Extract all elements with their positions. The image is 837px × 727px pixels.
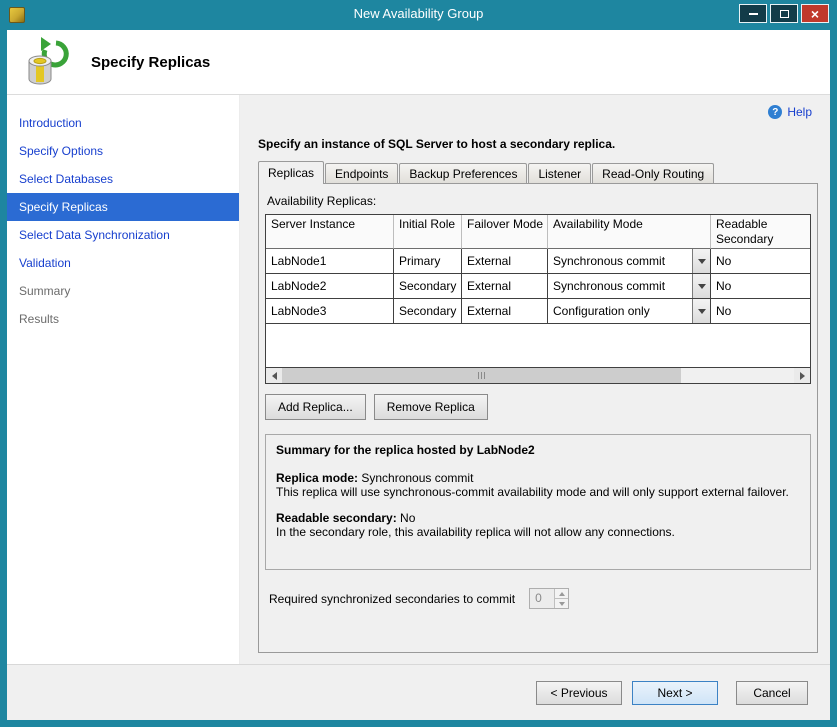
sidebar-item-results: Results <box>7 305 239 333</box>
wizard-steps-sidebar: Introduction Specify Options Select Data… <box>7 95 240 664</box>
sidebar-item-introduction[interactable]: Introduction <box>7 109 239 137</box>
help-icon: ? <box>768 105 782 119</box>
col-readable-secondary: Readable Secondary <box>711 215 811 249</box>
scroll-right-icon <box>800 372 805 380</box>
cell-failover-mode: External <box>462 249 548 274</box>
availability-group-icon <box>23 37 71 87</box>
replica-summary-box: Summary for the replica hosted by LabNod… <box>265 434 811 570</box>
tabstrip: Replicas Endpoints Backup Preferences Li… <box>258 163 818 183</box>
col-server-instance: Server Instance <box>266 215 394 249</box>
availability-replicas-grid: Server Instance Initial Role Failover Mo… <box>265 214 811 384</box>
cell-failover-mode: External <box>462 274 548 299</box>
grid-header-row: Server Instance Initial Role Failover Mo… <box>266 215 811 249</box>
close-icon: × <box>811 7 819 21</box>
cell-readable-secondary: No <box>711 274 811 299</box>
availability-mode-dropdown[interactable]: Synchronous commit <box>548 274 711 299</box>
instruction-text: Specify an instance of SQL Server to hos… <box>258 137 818 151</box>
help-label: Help <box>787 105 812 119</box>
scroll-right-button[interactable] <box>794 368 810 383</box>
maximize-icon <box>780 10 789 18</box>
summary-title: Summary for the replica hosted by LabNod… <box>276 443 800 457</box>
remove-replica-button[interactable]: Remove Replica <box>374 394 488 420</box>
new-availability-group-window: New Availability Group × Specify Replica… <box>0 0 837 727</box>
titlebar[interactable]: New Availability Group × <box>0 0 837 30</box>
sidebar-item-summary: Summary <box>7 277 239 305</box>
sidebar-item-select-data-synchronization[interactable]: Select Data Synchronization <box>7 221 239 249</box>
availability-mode-dropdown[interactable]: Synchronous commit <box>548 249 711 274</box>
cell-readable-secondary: No <box>711 299 811 324</box>
previous-button[interactable]: < Previous <box>536 681 622 705</box>
scroll-track[interactable] <box>282 368 794 383</box>
horizontal-scrollbar[interactable] <box>266 367 810 383</box>
col-availability-mode: Availability Mode <box>548 215 711 249</box>
page-title: Specify Replicas <box>91 54 210 71</box>
minimize-button[interactable] <box>739 4 767 23</box>
table-row: LabNode2 Secondary External Synchronous … <box>266 274 811 299</box>
scroll-thumb[interactable] <box>282 368 681 383</box>
sidebar-item-select-databases[interactable]: Select Databases <box>7 165 239 193</box>
wizard-footer: < Previous Next > Cancel <box>7 664 830 720</box>
replica-mode-description: This replica will use synchronous-commit… <box>276 485 800 499</box>
availability-replicas-label: Availability Replicas: <box>267 194 811 208</box>
cell-server-instance: LabNode2 <box>266 274 394 299</box>
sidebar-item-validation[interactable]: Validation <box>7 249 239 277</box>
close-button[interactable]: × <box>801 4 829 23</box>
readable-secondary-description: In the secondary role, this availability… <box>276 525 800 539</box>
cell-server-instance: LabNode3 <box>266 299 394 324</box>
availability-mode-dropdown[interactable]: Configuration only <box>548 299 711 324</box>
replica-mode-line: Replica mode: Synchronous commit <box>276 471 800 485</box>
stepper-up-icon <box>555 589 568 599</box>
table-row: LabNode1 Primary External Synchronous co… <box>266 249 811 274</box>
col-initial-role: Initial Role <box>394 215 462 249</box>
cell-readable-secondary: No <box>711 249 811 274</box>
chevron-down-icon <box>692 249 710 273</box>
chevron-down-icon <box>692 299 710 323</box>
grid-empty-area <box>266 324 811 367</box>
replicas-tab-panel: Availability Replicas: Server Instance I… <box>258 183 818 653</box>
cell-initial-role: Primary <box>394 249 462 274</box>
tab-backup-preferences[interactable]: Backup Preferences <box>399 163 527 183</box>
next-button[interactable]: Next > <box>632 681 718 705</box>
table-row: LabNode3 Secondary External Configuratio… <box>266 299 811 324</box>
help-link[interactable]: ? Help <box>768 105 812 119</box>
scroll-left-button[interactable] <box>266 368 282 383</box>
tab-replicas[interactable]: Replicas <box>258 161 324 184</box>
window-title: New Availability Group <box>0 0 837 30</box>
stepper-down-icon <box>555 599 568 608</box>
add-replica-button[interactable]: Add Replica... <box>265 394 366 420</box>
scroll-left-icon <box>272 372 277 380</box>
minimize-icon <box>749 13 758 15</box>
cell-initial-role: Secondary <box>394 299 462 324</box>
cell-initial-role: Secondary <box>394 274 462 299</box>
stepper-value: 0 <box>530 589 554 608</box>
required-secondaries-stepper: 0 <box>529 588 569 609</box>
readable-secondary-line: Readable secondary: No <box>276 511 800 525</box>
cell-failover-mode: External <box>462 299 548 324</box>
tab-listener[interactable]: Listener <box>528 163 591 183</box>
tab-read-only-routing[interactable]: Read-Only Routing <box>592 163 714 183</box>
sidebar-item-specify-options[interactable]: Specify Options <box>7 137 239 165</box>
tab-endpoints[interactable]: Endpoints <box>325 163 398 183</box>
main-pane: ? Help Specify an instance of SQL Server… <box>240 95 830 664</box>
cell-server-instance: LabNode1 <box>266 249 394 274</box>
maximize-button[interactable] <box>770 4 798 23</box>
cancel-button[interactable]: Cancel <box>736 681 808 705</box>
chevron-down-icon <box>692 274 710 298</box>
wizard-header: Specify Replicas <box>7 30 830 95</box>
required-secondaries-label: Required synchronized secondaries to com… <box>269 592 515 606</box>
sidebar-item-specify-replicas[interactable]: Specify Replicas <box>7 193 239 221</box>
col-failover-mode: Failover Mode <box>462 215 548 249</box>
